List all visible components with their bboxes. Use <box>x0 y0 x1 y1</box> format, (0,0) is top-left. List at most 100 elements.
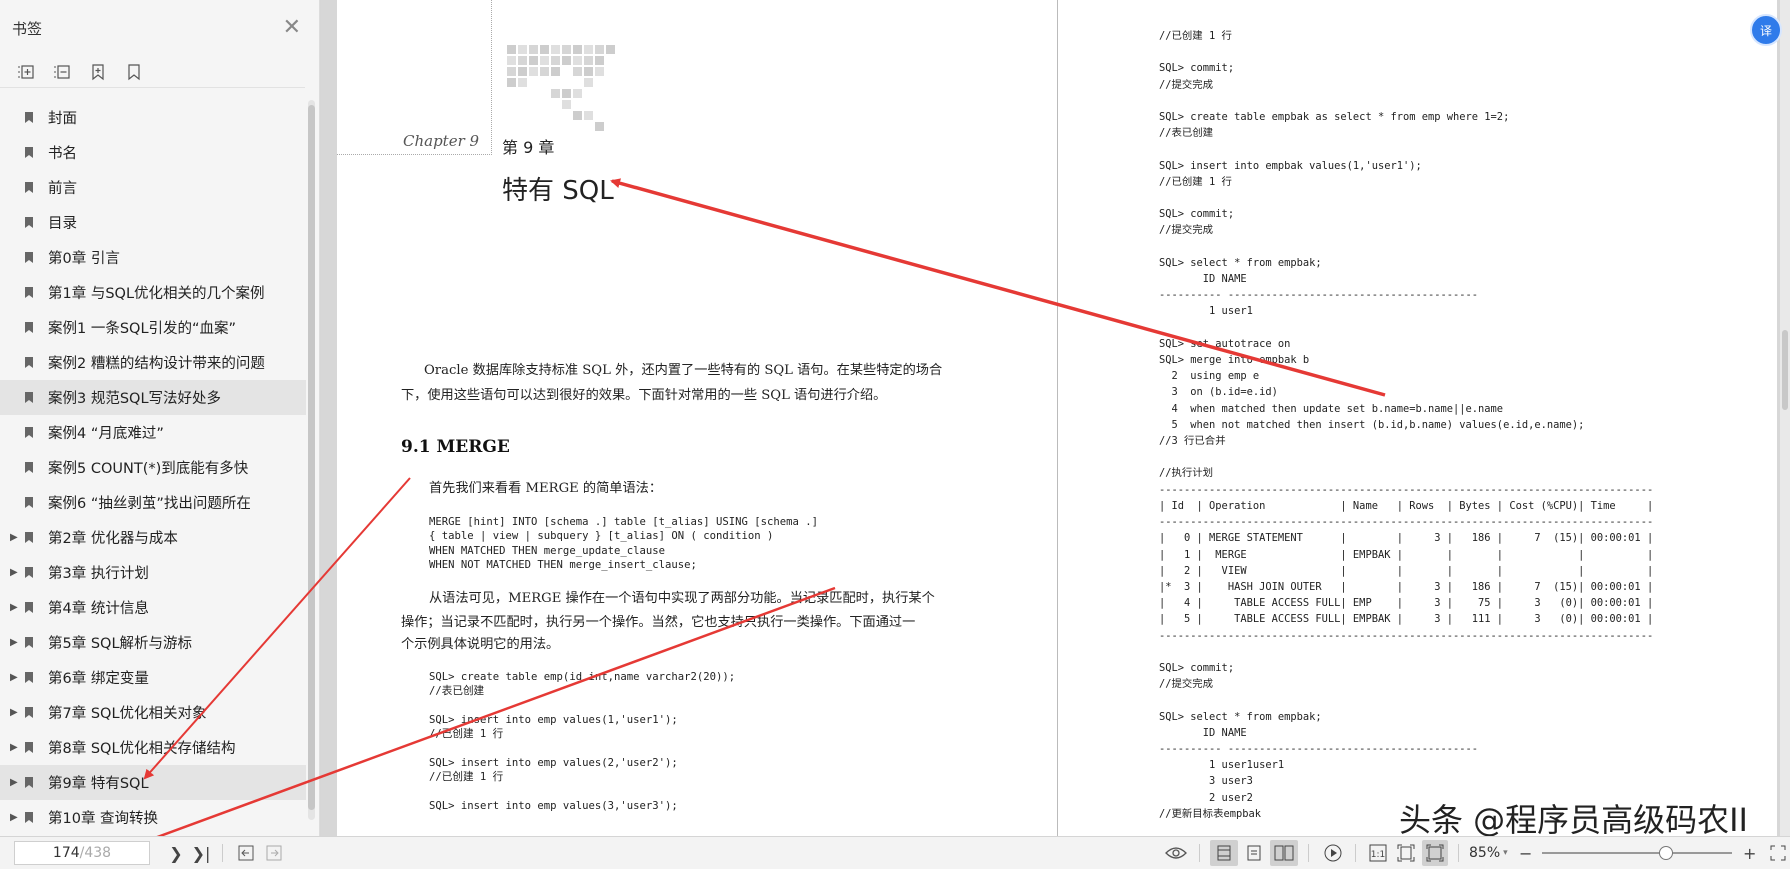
divider <box>1199 844 1200 862</box>
bookmark-item[interactable]: ▶ 第2章 优化器与成本 <box>0 520 306 555</box>
expand-all-icon[interactable] <box>16 62 36 82</box>
bookmark-item[interactable]: 案例6 “抽丝剥茧”找出问题所在 <box>0 485 306 520</box>
last-page-icon[interactable]: ❯| <box>190 840 212 866</box>
pixel-block <box>584 78 593 87</box>
bookmark-item[interactable]: 目录 <box>0 205 306 240</box>
bookmark-icon <box>24 321 48 334</box>
close-icon[interactable]: ✕ <box>283 17 301 39</box>
document-scrollbar[interactable] <box>1780 0 1790 836</box>
expand-caret-icon[interactable]: ▶ <box>10 707 24 718</box>
bookmark-item[interactable]: 第1章 与SQL优化相关的几个案例 <box>0 275 306 310</box>
pixel-block <box>540 67 549 76</box>
syntax-intro: 首先我们来看看 MERGE 的简单语法： <box>429 481 663 496</box>
bookmark-item[interactable]: ▶ 第6章 绑定变量 <box>0 660 306 695</box>
bookmark-icon <box>24 811 48 824</box>
bookmark-label: 第4章 统计信息 <box>48 601 149 617</box>
bookmark-item[interactable]: 前言 <box>0 170 306 205</box>
bookmark-icon <box>24 496 48 509</box>
pixel-block <box>595 67 604 76</box>
bookmark-icon <box>24 391 48 404</box>
bookmark-label: 第5章 SQL解析与游标 <box>48 636 193 652</box>
expand-caret-icon[interactable]: ▶ <box>10 812 24 823</box>
bookmark-item[interactable]: ▶ 第8章 SQL优化相关存储结构 <box>0 730 306 765</box>
fit-width-icon[interactable] <box>1422 840 1448 866</box>
bookmark-label: 书名 <box>48 146 77 162</box>
next-page-icon[interactable]: ❯ <box>166 840 186 866</box>
pixel-block <box>584 111 593 120</box>
zoom-in-icon[interactable]: + <box>1742 840 1758 866</box>
collapse-all-icon[interactable] <box>52 62 72 82</box>
bookmark-item[interactable]: 案例4 “月底难过” <box>0 415 306 450</box>
pixel-block <box>562 100 571 109</box>
bookmark-item[interactable]: 第0章 引言 <box>0 240 306 275</box>
bookmark-item[interactable]: ▶ 第9章 特有SQL <box>0 765 306 800</box>
fullscreen-icon[interactable] <box>1768 840 1788 866</box>
translate-badge[interactable]: 译 <box>1750 14 1782 46</box>
pixel-block <box>562 45 571 54</box>
sidebar-scrollbar[interactable] <box>308 100 315 820</box>
page-number-input[interactable]: 174 /438 <box>14 841 150 865</box>
current-page: 174 <box>52 845 80 861</box>
zoom-slider[interactable] <box>1541 846 1732 860</box>
expand-caret-icon[interactable]: ▶ <box>10 742 24 753</box>
expand-caret-icon[interactable]: ▶ <box>10 672 24 683</box>
bookmark-label: 第3章 执行计划 <box>48 566 149 582</box>
bookmark-icon[interactable] <box>124 62 144 82</box>
bookmark-item[interactable]: ▶ 第4章 统计信息 <box>0 590 306 625</box>
forward-icon[interactable] <box>263 840 285 866</box>
pixel-block <box>507 67 516 76</box>
pixel-block <box>595 45 604 54</box>
pixel-block <box>507 45 516 54</box>
bookmark-item[interactable]: 书名 <box>0 135 306 170</box>
right-page-code: //已创建 1 行 SQL> commit; //提交完成 SQL> creat… <box>1159 30 1654 820</box>
bookmark-item[interactable]: ▶ 第10章 查询转换 <box>0 800 306 835</box>
bookmark-item[interactable]: ▶ 第7章 SQL优化相关对象 <box>0 695 306 730</box>
bookmark-list: 封面书名前言目录 第0章 引言第1章 与SQL优化相关的几个案例案例1 一条SQL… <box>0 100 306 835</box>
divider <box>222 844 223 862</box>
explain-line-3: 个示例具体说明它的用法。 <box>401 637 560 652</box>
zoom-level[interactable]: 85% <box>1469 845 1500 861</box>
expand-caret-icon[interactable]: ▶ <box>10 532 24 543</box>
bookmark-item[interactable]: 案例1 一条SQL引发的“血案” <box>0 310 306 345</box>
add-bookmark-icon[interactable] <box>88 62 108 82</box>
expand-caret-icon[interactable]: ▶ <box>10 777 24 788</box>
bookmark-item[interactable]: 案例2 糟糕的结构设计带来的问题 <box>0 345 306 380</box>
bookmark-item[interactable]: ▶ 第5章 SQL解析与游标 <box>0 625 306 660</box>
single-page-icon[interactable] <box>1210 840 1238 866</box>
zoom-out-icon[interactable]: − <box>1518 840 1534 866</box>
bookmark-panel-header: 书签 ✕ <box>0 0 319 56</box>
chapter-title: 特有 SQL <box>502 176 614 206</box>
expand-caret-icon[interactable]: ▶ <box>10 637 24 648</box>
continuous-page-icon[interactable] <box>1240 840 1268 866</box>
bookmark-label: 第1章 与SQL优化相关的几个案例 <box>48 286 265 302</box>
bookmark-icon <box>24 601 48 614</box>
chapter-script: Chapter 9 <box>403 132 480 150</box>
sidebar-scroll-thumb[interactable] <box>308 105 315 810</box>
intro-line-1: Oracle 数据库除支持标准 SQL 外，还内置了一些特有的 SQL 语句。在… <box>424 363 943 378</box>
two-page-icon[interactable] <box>1270 840 1298 866</box>
pixel-block <box>573 56 582 65</box>
back-icon[interactable] <box>235 840 257 866</box>
document-scroll-thumb[interactable] <box>1782 330 1788 410</box>
zoom-dropdown-icon[interactable]: ▾ <box>1503 848 1508 858</box>
pixel-block <box>573 67 582 76</box>
fit-page-icon[interactable] <box>1394 840 1418 866</box>
pixel-block <box>551 45 560 54</box>
bookmark-label: 前言 <box>48 181 77 197</box>
pixel-block <box>540 45 549 54</box>
eye-protect-icon[interactable] <box>1165 840 1187 866</box>
pixel-block <box>529 45 538 54</box>
bookmark-item[interactable]: 案例3 规范SQL写法好处多 <box>0 380 306 415</box>
expand-caret-icon[interactable]: ▶ <box>10 567 24 578</box>
play-icon[interactable] <box>1321 840 1345 866</box>
pixel-block <box>507 56 516 65</box>
bookmark-item[interactable]: ▶ 第3章 执行计划 <box>0 555 306 590</box>
bookmark-item[interactable]: 案例5 COUNT(*)到底能有多快 <box>0 450 306 485</box>
expand-caret-icon[interactable]: ▶ <box>10 602 24 613</box>
pixel-block <box>540 56 549 65</box>
pdf-reader-window: 书签 ✕ 封面书名前言目录 第0章 引言第1章 与SQL优化相关的几个案例案例1 … <box>0 0 1790 869</box>
zoom-slider-knob[interactable] <box>1658 846 1673 860</box>
bookmark-label: 封面 <box>48 111 77 127</box>
bookmark-item[interactable]: 封面 <box>0 100 306 135</box>
actual-size-icon[interactable]: 1:1 <box>1366 840 1390 866</box>
